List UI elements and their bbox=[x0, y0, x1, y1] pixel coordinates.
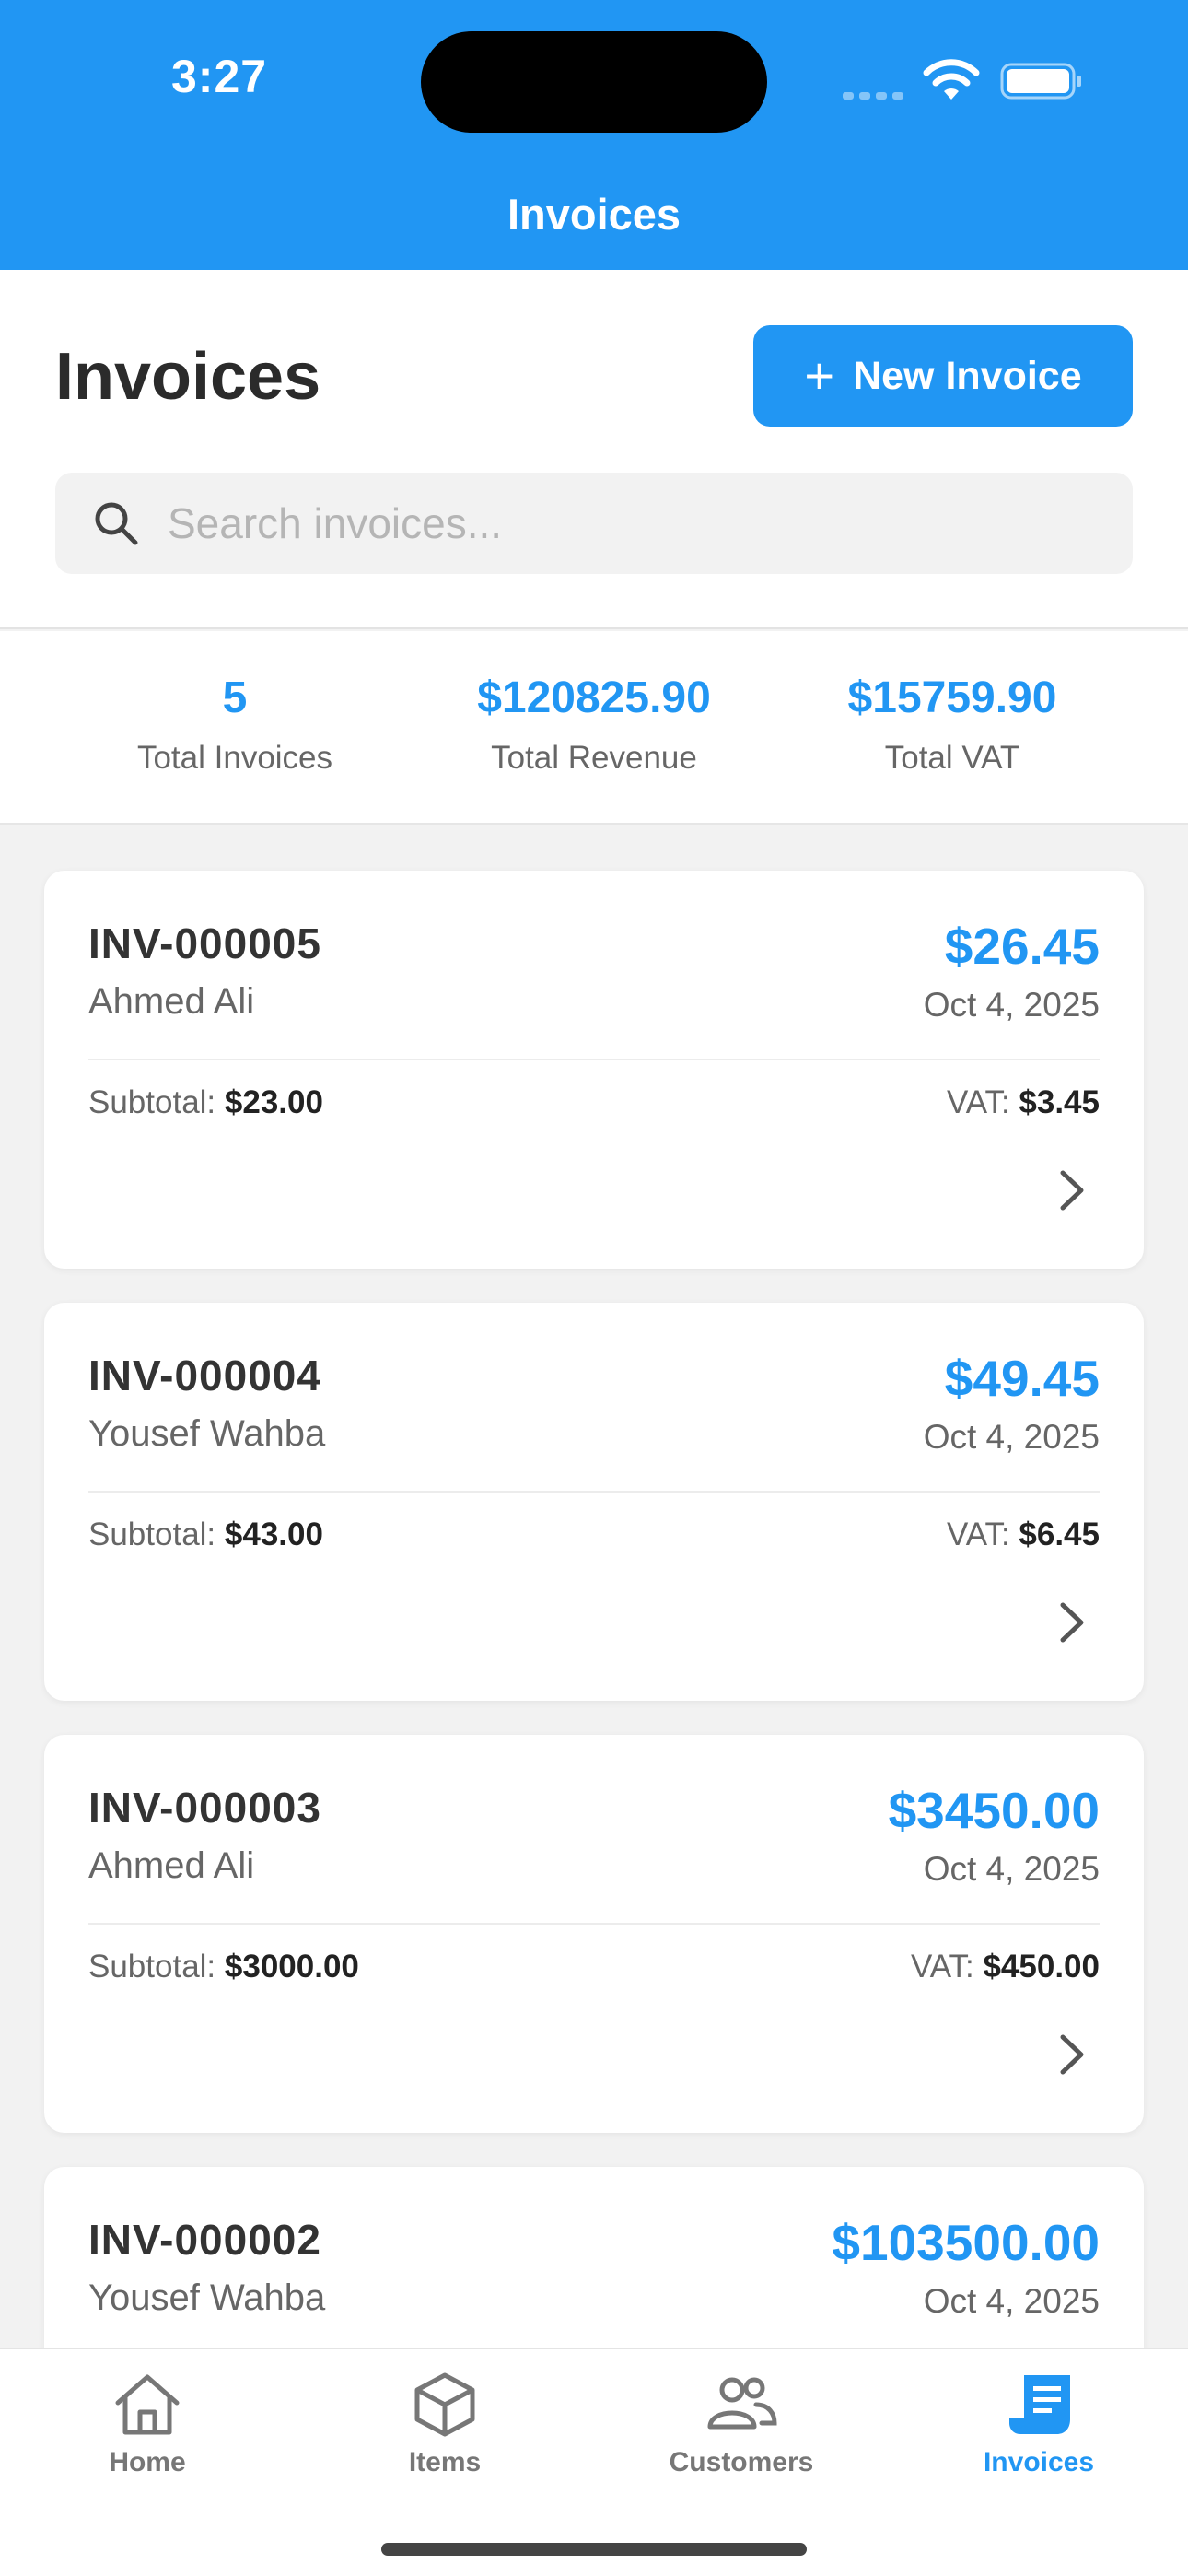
invoice-number: INV-000003 bbox=[88, 1784, 321, 1832]
invoice-card[interactable]: INV-000005 Ahmed Ali $26.45 Oct 4, 2025 … bbox=[44, 871, 1144, 1269]
invoice-subtotal: Subtotal: $3000.00 bbox=[88, 1949, 359, 1985]
invoice-card[interactable]: INV-000003 Ahmed Ali $3450.00 Oct 4, 202… bbox=[44, 1735, 1144, 2133]
invoice-vat: VAT: $450.00 bbox=[911, 1949, 1100, 1985]
stat-label: Total Revenue bbox=[491, 740, 697, 776]
new-invoice-button[interactable]: + New Invoice bbox=[753, 325, 1133, 427]
stat-label: Total VAT bbox=[884, 740, 1020, 776]
vat-label: VAT: bbox=[946, 1084, 1010, 1120]
dynamic-island bbox=[421, 31, 767, 133]
invoice-date: Oct 4, 2025 bbox=[923, 1418, 1100, 1456]
tab-home[interactable]: Home bbox=[28, 2370, 267, 2478]
vat-label: VAT: bbox=[946, 1516, 1010, 1552]
invoice-customer: Yousef Wahba bbox=[88, 1413, 326, 1454]
stats-summary: 5 Total Invoices $120825.90 Total Revenu… bbox=[0, 631, 1188, 825]
stat-value: 5 bbox=[222, 673, 248, 722]
subtotal-value: $23.00 bbox=[224, 1084, 323, 1120]
stat-total-vat: $15759.90 Total VAT bbox=[759, 673, 1146, 777]
card-divider bbox=[88, 1059, 1100, 1060]
invoice-subtotal: Subtotal: $43.00 bbox=[88, 1516, 323, 1553]
invoice-number: INV-000005 bbox=[88, 919, 321, 967]
subtotal-label: Subtotal: bbox=[88, 1516, 216, 1552]
invoice-number: INV-000004 bbox=[88, 1352, 321, 1399]
invoice-customer: Ahmed Ali bbox=[88, 981, 255, 1022]
nav-title: Invoices bbox=[507, 190, 681, 239]
invoice-date: Oct 4, 2025 bbox=[923, 1850, 1100, 1888]
search-icon bbox=[95, 502, 138, 545]
tab-label: Invoices bbox=[983, 2447, 1095, 2477]
invoice-subtotal: Subtotal: $23.00 bbox=[88, 1084, 323, 1121]
tab-bar: Home Items Customers Invoices bbox=[0, 2348, 1188, 2576]
search-input[interactable] bbox=[168, 498, 1070, 548]
tab-label: Home bbox=[109, 2447, 186, 2477]
plus-icon: + bbox=[804, 346, 835, 404]
stat-value: $120825.90 bbox=[477, 673, 711, 722]
chevron-right-icon[interactable] bbox=[1054, 1599, 1090, 1645]
tab-label: Items bbox=[408, 2447, 482, 2477]
vat-value: $6.45 bbox=[1019, 1516, 1100, 1552]
stat-total-revenue: $120825.90 Total Revenue bbox=[401, 673, 787, 777]
chevron-right-icon[interactable] bbox=[1054, 2032, 1090, 2078]
top-bar: 3:27 Invoices bbox=[0, 0, 1188, 270]
invoice-amount: $26.45 bbox=[944, 918, 1100, 975]
invoice-amount: $103500.00 bbox=[832, 2214, 1100, 2271]
page-title: Invoices bbox=[55, 340, 321, 414]
subtotal-value: $43.00 bbox=[224, 1516, 323, 1552]
card-divider bbox=[88, 1923, 1100, 1925]
invoice-customer: Ahmed Ali bbox=[88, 1845, 255, 1886]
receipt-icon bbox=[1009, 2375, 1070, 2434]
invoice-customer: Yousef Wahba bbox=[88, 2277, 326, 2318]
invoice-amount: $3450.00 bbox=[888, 1782, 1100, 1839]
battery-icon bbox=[1000, 63, 1081, 100]
tab-items[interactable]: Items bbox=[325, 2370, 565, 2478]
subtotal-label: Subtotal: bbox=[88, 1084, 216, 1120]
cellular-signal-icon bbox=[843, 88, 909, 104]
status-time: 3:27 bbox=[171, 51, 268, 102]
stat-total-invoices: 5 Total Invoices bbox=[41, 673, 428, 777]
card-divider bbox=[88, 1491, 1100, 1493]
stat-value: $15759.90 bbox=[847, 673, 1057, 722]
invoices-screen: 3:27 Invoices Invoices + New Invoice Sea… bbox=[0, 0, 1188, 2576]
invoice-card[interactable]: INV-000004 Yousef Wahba $49.45 Oct 4, 20… bbox=[44, 1303, 1144, 1701]
tab-invoices[interactable]: Invoices bbox=[919, 2370, 1159, 2478]
invoice-vat: VAT: $3.45 bbox=[947, 1084, 1100, 1121]
stat-label: Total Invoices bbox=[136, 740, 333, 776]
vat-value: $450.00 bbox=[983, 1949, 1100, 1985]
people-icon bbox=[707, 2377, 777, 2430]
home-indicator bbox=[381, 2543, 807, 2556]
wifi-icon bbox=[923, 59, 980, 100]
invoice-date: Oct 4, 2025 bbox=[923, 2282, 1100, 2320]
invoice-date: Oct 4, 2025 bbox=[923, 986, 1100, 1024]
invoice-amount: $49.45 bbox=[944, 1350, 1100, 1407]
tab-customers[interactable]: Customers bbox=[622, 2370, 861, 2478]
chevron-right-icon[interactable] bbox=[1054, 1167, 1090, 1213]
cube-icon bbox=[414, 2372, 475, 2437]
invoice-number: INV-000002 bbox=[88, 2216, 321, 2264]
new-invoice-label: New Invoice bbox=[853, 353, 1082, 398]
subtotal-value: $3000.00 bbox=[224, 1949, 359, 1985]
tab-label: Customers bbox=[669, 2447, 814, 2477]
subtotal-label: Subtotal: bbox=[88, 1949, 216, 1985]
vat-label: VAT: bbox=[911, 1949, 974, 1985]
title-section: Invoices + New Invoice bbox=[0, 270, 1188, 629]
home-icon bbox=[115, 2374, 180, 2435]
invoice-vat: VAT: $6.45 bbox=[947, 1516, 1100, 1553]
search-bar[interactable] bbox=[55, 473, 1133, 574]
vat-value: $3.45 bbox=[1019, 1084, 1100, 1120]
